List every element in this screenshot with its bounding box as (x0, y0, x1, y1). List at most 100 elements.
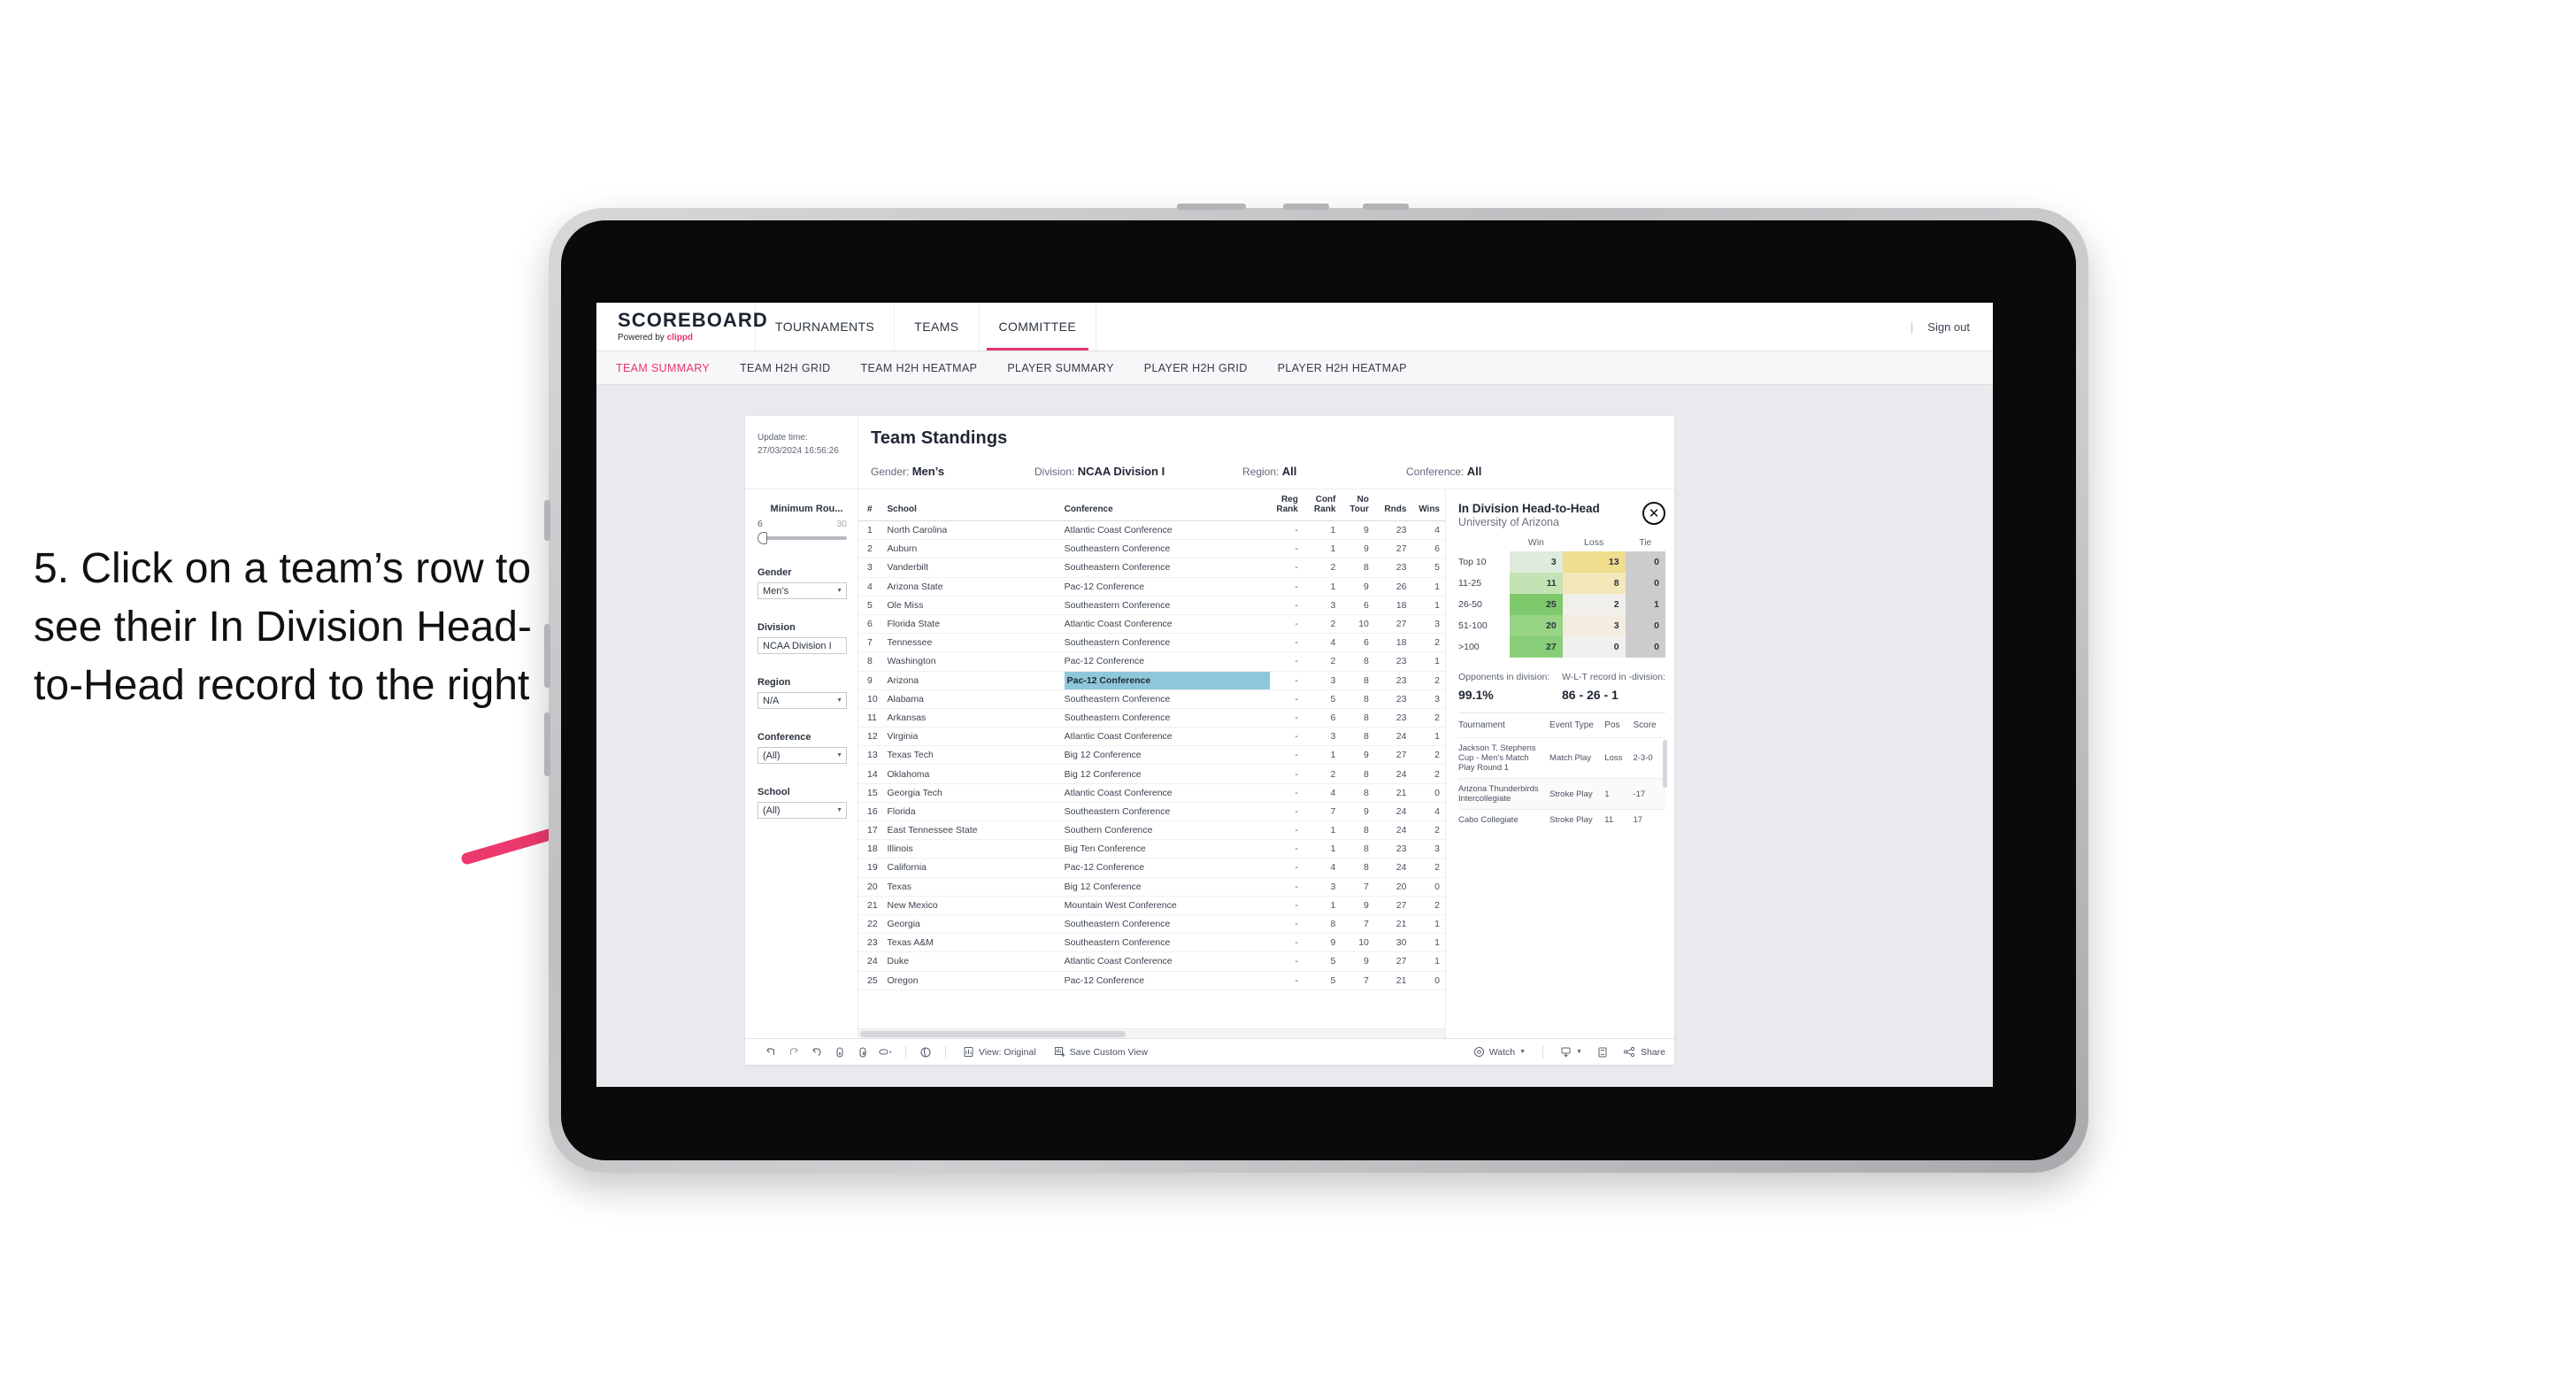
table-row[interactable]: 19 California Pac-12 Conference -4 8 24 2 (858, 858, 1445, 878)
table-row[interactable]: 9 Arizona Pac-12 Conference -3 8 23 2 (858, 671, 1445, 690)
team-standings-scroll-area[interactable]: # School Conference Reg Rank Conf Rank N… (858, 489, 1445, 1028)
heatmap-cell[interactable]: 20 (1510, 615, 1563, 636)
brand-logo[interactable]: SCOREBOARD Powered by clippd (596, 303, 767, 350)
undo-icon[interactable] (759, 1046, 782, 1059)
cell-conf-rank: 1 (1303, 745, 1342, 766)
table-row[interactable]: 3 Vanderbilt Southeastern Conference -2 8 23 5 (858, 558, 1445, 578)
tab-team-summary[interactable]: TEAM SUMMARY (616, 362, 710, 374)
cell-conference: Southeastern Conference (1064, 633, 1271, 653)
cell-school: Florida (887, 802, 1065, 822)
cell-wins: 2 (1411, 820, 1445, 841)
table-row[interactable]: 20 Texas Big 12 Conference -3 7 20 0 (858, 877, 1445, 897)
heatmap-cell[interactable]: 2 (1562, 594, 1626, 615)
table-row[interactable]: 21 New Mexico Mountain West Conference -1 9 2… (858, 896, 1445, 915)
nav-item-tournaments[interactable]: TOURNAMENTS (756, 303, 896, 350)
heatmap-cell[interactable]: 3 (1510, 551, 1563, 573)
heatmap-cell[interactable]: 0 (1625, 636, 1665, 658)
col-conference[interactable]: Conference (1064, 489, 1271, 521)
redo-icon[interactable] (782, 1046, 805, 1059)
table-row[interactable]: 11 Arkansas Southeastern Conference -6 8 23 2 (858, 708, 1445, 728)
heatmap-cell[interactable]: 0 (1625, 615, 1665, 636)
filter-gender: Gender Men’s ▼ (757, 567, 847, 599)
cell-wins: 5 (1411, 558, 1445, 578)
tab-player-summary[interactable]: PLAYER SUMMARY (1007, 362, 1113, 374)
table-row[interactable]: 4 Arizona State Pac-12 Conference -1 9 26 1 (858, 577, 1445, 597)
table-row[interactable]: 15 Georgia Tech Atlantic Coast Conference -… (858, 783, 1445, 803)
heatmap-cell[interactable]: 11 (1510, 573, 1563, 594)
filter-conference-select[interactable]: (All) ▼ (757, 747, 847, 764)
table-row[interactable]: 13 Texas Tech Big 12 Conference -1 9 27 2 (858, 745, 1445, 766)
table-row[interactable]: 17 East Tennessee State Southern Conferenc… (858, 820, 1445, 841)
revert-icon[interactable] (805, 1046, 828, 1059)
col-no-tour[interactable]: No Tour (1341, 489, 1374, 521)
view-original-button[interactable]: View: Original (954, 1046, 1045, 1058)
table-row[interactable]: 2 Auburn Southeastern Conference -1 9 27 6 (858, 539, 1445, 559)
table-row[interactable]: 10 Alabama Southeastern Conference -5 8 23 3 (858, 689, 1445, 709)
slider-handle[interactable] (757, 532, 767, 544)
col-reg-rank[interactable]: Reg Rank (1270, 489, 1303, 521)
heatmap-cell[interactable]: 0 (1625, 573, 1665, 594)
filter-region-select[interactable]: N/A ▼ (757, 692, 847, 709)
heatmap-cell[interactable]: 0 (1562, 636, 1626, 658)
col-rank[interactable]: # (858, 489, 888, 521)
download-button[interactable]: ▼ (1551, 1046, 1591, 1058)
table-row[interactable]: 6 Florida State Atlantic Coast Conference -… (858, 614, 1445, 635)
table-row[interactable]: 16 Florida Southeastern Conference -7 9 24 4 (858, 802, 1445, 822)
table-row[interactable]: 1 North Carolina Atlantic Coast Conference… (858, 520, 1445, 541)
heatmap-cell[interactable]: 3 (1562, 615, 1626, 636)
refresh-data-icon[interactable] (828, 1046, 851, 1059)
cell-reg-rank: - (1270, 577, 1303, 597)
tab-player-h2h-heatmap[interactable]: PLAYER H2H HEATMAP (1278, 362, 1407, 374)
table-row[interactable]: 7 Tennessee Southeastern Conference -4 6 18 2 (858, 633, 1445, 653)
horizontal-scrollbar-thumb[interactable] (860, 1031, 1126, 1037)
tab-team-h2h-grid[interactable]: TEAM H2H GRID (740, 362, 830, 374)
col-rnds[interactable]: Rnds (1373, 489, 1412, 521)
tab-team-h2h-heatmap[interactable]: TEAM H2H HEATMAP (861, 362, 978, 374)
tournament-row[interactable]: Arizona Thunderbirds Intercollegiate Stro… (1458, 778, 1665, 810)
tournament-row[interactable]: Jackson T. Stephens Cup - Men’s Match Pl… (1458, 737, 1665, 779)
watch-button[interactable]: Watch ▼ (1465, 1046, 1534, 1058)
save-custom-view-button[interactable]: Save Custom View (1045, 1046, 1157, 1058)
filter-region-label: Region (757, 677, 791, 688)
table-row[interactable]: 25 Oregon Pac-12 Conference -5 7 21 0 (858, 971, 1445, 990)
col-score[interactable]: Score (1633, 713, 1665, 738)
col-wins[interactable]: Wins (1411, 489, 1445, 521)
nav-item-committee[interactable]: COMMITTEE (980, 303, 1097, 350)
fullscreen-icon[interactable] (1591, 1046, 1614, 1059)
nav-item-teams[interactable]: TEAMS (895, 303, 980, 350)
tab-player-h2h-grid[interactable]: PLAYER H2H GRID (1144, 362, 1248, 374)
filter-division-select[interactable]: NCAA Division I (757, 637, 847, 654)
heatmap-cell[interactable]: 27 (1510, 636, 1563, 658)
table-row[interactable]: 5 Ole Miss Southeastern Conference -3 6 18 1 (858, 596, 1445, 615)
highlight-icon[interactable] (874, 1046, 897, 1059)
filter-gender-select[interactable]: Men’s ▼ (757, 582, 847, 599)
heatmap-cell[interactable]: 25 (1510, 594, 1563, 615)
tournaments-scrollbar-thumb[interactable] (1663, 740, 1667, 788)
minimum-rounds-slider[interactable] (757, 532, 847, 544)
table-row[interactable]: 24 Duke Atlantic Coast Conference -5 9 27 1 (858, 951, 1445, 972)
col-event-type[interactable]: Event Type (1549, 713, 1604, 738)
heatmap-cell[interactable]: 0 (1625, 551, 1665, 573)
heatmap-cell[interactable]: 8 (1562, 573, 1626, 594)
col-school[interactable]: School (887, 489, 1065, 521)
close-icon[interactable]: ✕ (1642, 502, 1665, 525)
table-row[interactable]: 14 Oklahoma Big 12 Conference -2 8 24 2 (858, 764, 1445, 784)
horizontal-scrollbar[interactable] (858, 1028, 1445, 1038)
col-conf-rank[interactable]: Conf Rank (1303, 489, 1342, 521)
clear-sheet-icon[interactable] (914, 1046, 937, 1059)
col-tournament[interactable]: Tournament (1458, 713, 1549, 738)
table-row[interactable]: 12 Virginia Atlantic Coast Conference -3 8 24… (858, 727, 1445, 747)
table-row[interactable]: 23 Texas A&M Southeastern Conference -9 10 30… (858, 933, 1445, 953)
filter-school: School (All) ▼ (757, 787, 847, 819)
filter-school-select[interactable]: (All) ▼ (757, 802, 847, 819)
table-row[interactable]: 8 Washington Pac-12 Conference -2 8 23 1 (858, 651, 1445, 672)
pause-icon[interactable] (851, 1046, 874, 1059)
table-row[interactable]: 22 Georgia Southeastern Conference -8 7 21 1 (858, 914, 1445, 935)
table-row[interactable]: 18 Illinois Big Ten Conference -1 8 23 3 (858, 839, 1445, 859)
sign-out-link[interactable]: Sign out (1927, 320, 1970, 334)
heatmap-cell[interactable]: 1 (1625, 594, 1665, 615)
share-button[interactable]: Share (1614, 1046, 1674, 1058)
tournament-row[interactable]: Cabo Collegiate Stroke Play 11 17 (1458, 809, 1665, 830)
col-pos[interactable]: Pos (1604, 713, 1633, 738)
heatmap-cell[interactable]: 13 (1562, 551, 1626, 573)
